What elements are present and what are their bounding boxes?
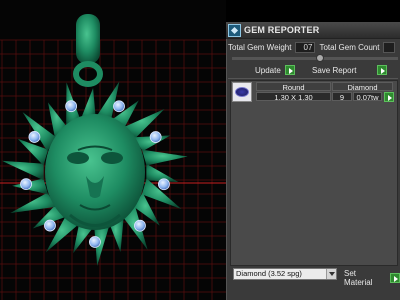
gem-row-go-button[interactable]: [384, 92, 394, 102]
save-report-label: Save Report: [312, 65, 357, 75]
total-gem-weight-field[interactable]: 07: [295, 41, 316, 53]
gem-stone: [89, 236, 101, 248]
set-material-label: Set Material: [344, 269, 373, 287]
divider: [228, 78, 398, 79]
gem-stone: [44, 219, 56, 232]
update-button[interactable]: [284, 65, 295, 75]
update-label: Update: [255, 65, 281, 75]
material-select[interactable]: Diamond (3.52 spg): [233, 268, 337, 280]
set-material-control[interactable]: Set Material: [344, 269, 400, 287]
gem-size-field[interactable]: 1.30 X 1.30: [256, 92, 331, 102]
gem-stone: [20, 178, 32, 190]
set-material-button[interactable]: [390, 273, 400, 283]
gem-thumbnail-icon[interactable]: [232, 82, 252, 102]
save-report-control[interactable]: Save Report: [312, 64, 388, 76]
gem-shape-header: Round: [256, 82, 331, 92]
total-gem-count-label: Total Gem Count: [319, 42, 380, 52]
gem-stone: [158, 178, 170, 191]
gem-list[interactable]: [230, 80, 398, 266]
3d-viewport[interactable]: [0, 0, 226, 300]
gem-stone: [134, 219, 146, 232]
total-gem-count-field[interactable]: [383, 41, 396, 53]
gem-count-field[interactable]: 9: [332, 92, 352, 102]
lion-face: [45, 114, 145, 230]
save-report-button[interactable]: [377, 65, 388, 75]
totals-row: Total Gem Weight 07 Total Gem Count: [228, 41, 396, 53]
update-control[interactable]: Update: [255, 64, 295, 76]
panel-splitter-track: [232, 57, 398, 60]
panel-splitter-handle[interactable]: [316, 54, 324, 62]
mane-ray: [1, 160, 44, 181]
panel-title: GEM REPORTER: [244, 25, 320, 35]
gem-stone: [113, 100, 125, 113]
gem-weight-field[interactable]: 0.07tw: [353, 92, 382, 102]
material-select-value: Diamond (3.52 spg): [236, 269, 302, 278]
gem-stone: [149, 131, 162, 143]
chevron-down-icon[interactable]: [326, 269, 336, 279]
pendant-bail: [73, 14, 103, 87]
total-gem-weight-label: Total Gem Weight: [228, 42, 292, 52]
gem-stone: [28, 131, 41, 143]
gem-icon: [228, 23, 241, 37]
viewport-canvas: [0, 14, 226, 300]
gem-type-header: Diamond: [332, 82, 393, 92]
gem-reporter-titlebar[interactable]: GEM REPORTER: [226, 22, 400, 39]
gem-stone: [65, 100, 78, 113]
